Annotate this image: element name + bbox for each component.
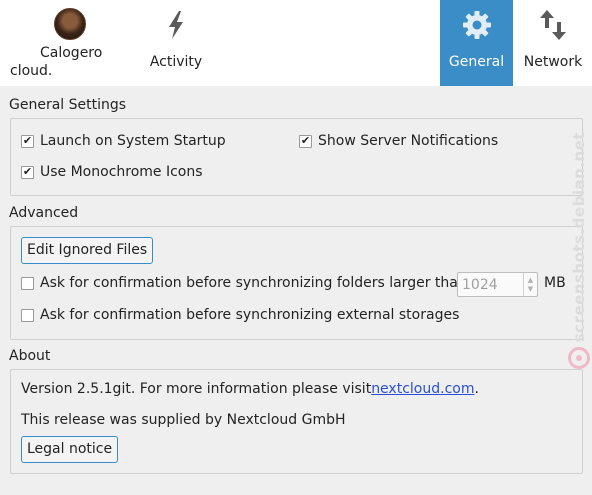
watermark-text: screenshots.debian.net [570, 132, 588, 343]
tab-account[interactable]: Calogero cloud. [8, 0, 132, 86]
launch-startup-label: Launch on System Startup [40, 133, 226, 149]
avatar [54, 8, 86, 40]
edit-ignored-files-button[interactable]: Edit Ignored Files [21, 237, 154, 264]
account-name-line2: cloud. [10, 63, 53, 79]
spin-arrows[interactable]: ▲ ▼ [523, 273, 537, 296]
account-name-line1: Calogero [40, 45, 103, 61]
spin-down-icon[interactable]: ▼ [528, 285, 533, 294]
settings-toolbar: Calogero cloud. Activity General Network [0, 0, 592, 86]
tab-general[interactable]: General [440, 0, 513, 86]
general-settings-panel: Launch on System Startup Show Server Not… [10, 118, 583, 196]
confirm-large-folders-label: Ask for confirmation before synchronizin… [40, 275, 467, 291]
server-notifications-checkbox[interactable]: Show Server Notifications [299, 133, 498, 149]
tab-activity[interactable]: Activity [142, 0, 210, 86]
advanced-heading: Advanced [9, 205, 79, 221]
spin-up-icon[interactable]: ▲ [528, 276, 533, 285]
legal-notice-button[interactable]: Legal notice [21, 436, 119, 463]
supplier-text: This release was supplied by Nextcloud G… [21, 412, 346, 428]
about-heading: About [9, 348, 51, 364]
folder-size-value[interactable]: 1024 [458, 277, 523, 293]
gear-icon [462, 11, 491, 39]
version-line: Version 2.5.1git. For more information p… [21, 381, 479, 397]
about-panel: Version 2.5.1git. For more information p… [10, 369, 583, 474]
checkbox-box[interactable] [21, 165, 34, 179]
version-text: Version 2.5.1git. For more information p… [21, 381, 372, 397]
tab-network-label: Network [523, 54, 583, 70]
network-arrows-icon [540, 10, 566, 40]
checkbox-box[interactable] [21, 308, 34, 322]
tab-general-label: General [448, 54, 505, 70]
checkbox-box[interactable] [299, 134, 312, 148]
activity-icon [169, 11, 183, 39]
advanced-panel: Edit Ignored Files Ask for confirmation … [10, 226, 583, 340]
folder-size-spinbox[interactable]: 1024 ▲ ▼ [457, 272, 538, 297]
server-notifications-label: Show Server Notifications [318, 133, 499, 149]
tab-network[interactable]: Network [518, 0, 588, 86]
monochrome-icons-checkbox[interactable]: Use Monochrome Icons [21, 164, 203, 180]
tab-activity-label: Activity [149, 54, 203, 70]
checkbox-box[interactable] [21, 276, 34, 290]
debian-logo-icon [568, 347, 590, 369]
confirm-external-storages-checkbox[interactable]: Ask for confirmation before synchronizin… [21, 307, 459, 323]
launch-startup-checkbox[interactable]: Launch on System Startup [21, 133, 226, 149]
confirm-external-storages-label: Ask for confirmation before synchronizin… [40, 307, 460, 323]
checkbox-box[interactable] [21, 134, 34, 148]
monochrome-icons-label: Use Monochrome Icons [40, 164, 203, 180]
confirm-large-folders-checkbox[interactable]: Ask for confirmation before synchronizin… [21, 275, 467, 291]
general-settings-heading: General Settings [9, 97, 127, 113]
version-suffix: . [474, 381, 479, 397]
folder-size-unit: MB [544, 275, 566, 291]
nextcloud-link[interactable]: nextcloud.com [371, 381, 474, 397]
